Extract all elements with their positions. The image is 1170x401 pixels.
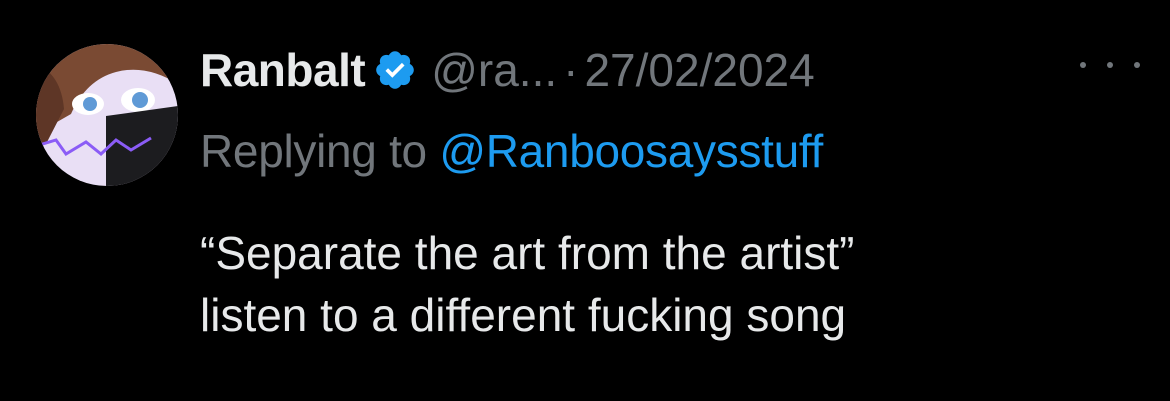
handle[interactable]: @ra... [431, 43, 557, 97]
tweet-text-line: listen to a different fucking song [200, 289, 847, 341]
separator-dot: · [563, 44, 579, 96]
tweet-text-line: “Separate the art from the artist” [200, 227, 855, 279]
more-options-icon[interactable] [1080, 50, 1140, 80]
more-dot [1080, 62, 1086, 68]
avatar[interactable] [36, 44, 178, 186]
replying-to: Replying to @Ranboosaysstuff [200, 124, 823, 178]
tweet-date[interactable]: 27/02/2024 [584, 43, 814, 97]
display-name[interactable]: Ranbalt [200, 43, 366, 97]
tweet[interactable]: Ranbalt @ra... · 27/02/2024 Replying to … [0, 0, 1170, 401]
replying-to-label: Replying to [200, 125, 427, 177]
tweet-text: “Separate the art from the artist” liste… [200, 222, 1150, 346]
verified-badge-icon [373, 48, 417, 92]
tweet-header: Ranbalt @ra... · 27/02/2024 [200, 38, 815, 102]
more-dot [1134, 62, 1140, 68]
reply-mention-link[interactable]: @Ranboosaysstuff [439, 125, 823, 177]
more-dot [1107, 62, 1113, 68]
